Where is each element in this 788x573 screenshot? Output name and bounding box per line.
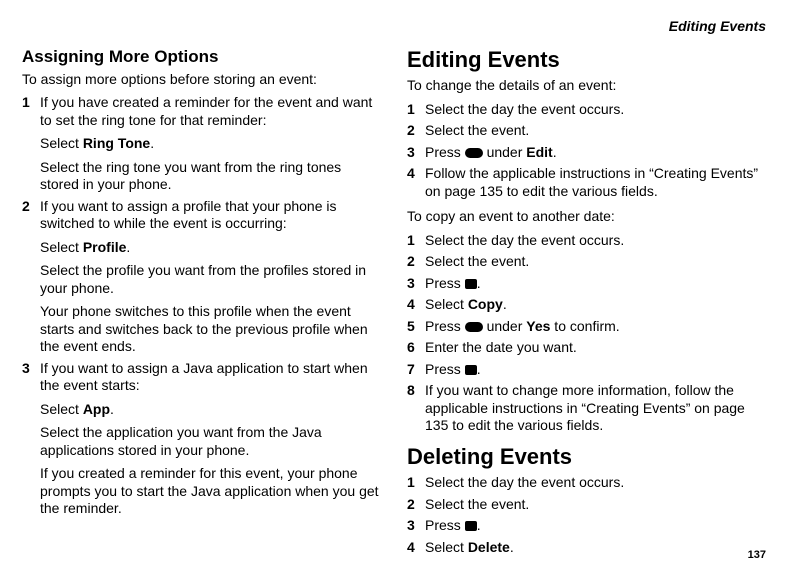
editing-intro-1: To change the details of an event: [407,77,766,95]
deleting-events-heading: Deleting Events [407,443,766,471]
step-number: 3 [407,144,425,162]
list-item: 3If you want to assign a Java applicatio… [22,360,381,518]
assigning-intro: To assign more options before storing an… [22,71,381,89]
step-body: Select the event. [425,496,766,514]
step-number: 5 [407,318,425,336]
step-number: 1 [407,101,425,119]
step-number: 3 [407,517,425,535]
rounded-key-icon [465,322,483,332]
step-body: Select the day the event occurs. [425,474,766,492]
step-body: Select Copy. [425,296,766,314]
right-column: Editing Events To change the details of … [407,46,766,565]
step-number: 2 [407,496,425,514]
step-body: Select the day the event occurs. [425,101,766,119]
square-key-icon [465,521,477,531]
step-number: 8 [407,382,425,435]
list-item: 2Select the event. [407,122,766,140]
step-body: Select the day the event occurs. [425,232,766,250]
step-body: Enter the date you want. [425,339,766,357]
editing-events-heading: Editing Events [407,46,766,74]
list-item: 4Select Copy. [407,296,766,314]
content-columns: Assigning More Options To assign more op… [22,46,766,565]
list-item: 1Select the day the event occurs. [407,474,766,492]
step-number: 1 [22,94,40,194]
page: Editing Events Assigning More Options To… [0,0,788,573]
step-number: 3 [22,360,40,518]
editing-intro-2: To copy an event to another date: [407,208,766,226]
list-item: 1Select the day the event occurs. [407,232,766,250]
step-paragraph: If you created a reminder for this event… [40,465,381,518]
step-number: 2 [407,253,425,271]
square-key-icon [465,279,477,289]
list-item: 2If you want to assign a profile that yo… [22,198,381,356]
step-number: 1 [407,474,425,492]
list-item: 3Press . [407,517,766,535]
list-item: 1Select the day the event occurs. [407,101,766,119]
step-paragraph: If you want to assign a profile that you… [40,198,381,233]
step-body: Follow the applicable instructions in “C… [425,165,766,200]
step-body: Press under Yes to confirm. [425,318,766,336]
step-number: 6 [407,339,425,357]
list-item: 3Press . [407,275,766,293]
step-paragraph: If you have created a reminder for the e… [40,94,381,129]
step-body: Select the event. [425,253,766,271]
step-body: Press . [425,275,766,293]
step-paragraph: If you want to assign a Java application… [40,360,381,395]
step-number: 4 [407,539,425,557]
rounded-key-icon [465,148,483,158]
list-item: 4Select Delete. [407,539,766,557]
list-item: 3Press under Edit. [407,144,766,162]
step-body: Press . [425,361,766,379]
assigning-steps-list: 1If you have created a reminder for the … [22,94,381,518]
list-item: 5Press under Yes to confirm. [407,318,766,336]
step-paragraph: Your phone switches to this profile when… [40,303,381,356]
step-body: Select the event. [425,122,766,140]
step-number: 7 [407,361,425,379]
step-number: 4 [407,296,425,314]
step-body: Press under Edit. [425,144,766,162]
step-body: If you want to assign a profile that you… [40,198,381,356]
list-item: 2Select the event. [407,496,766,514]
assigning-more-options-heading: Assigning More Options [22,46,381,67]
step-number: 4 [407,165,425,200]
step-paragraph: Select App. [40,401,381,419]
list-item: 7Press . [407,361,766,379]
left-column: Assigning More Options To assign more op… [22,46,381,565]
running-head: Editing Events [22,18,766,36]
step-body: If you want to change more information, … [425,382,766,435]
list-item: 4Follow the applicable instructions in “… [407,165,766,200]
step-number: 3 [407,275,425,293]
list-item: 8If you want to change more information,… [407,382,766,435]
step-body: If you have created a reminder for the e… [40,94,381,194]
step-paragraph: Select Profile. [40,239,381,257]
step-paragraph: Select the application you want from the… [40,424,381,459]
editing-steps-list-2: 1Select the day the event occurs.2Select… [407,232,766,435]
deleting-steps-list: 1Select the day the event occurs.2Select… [407,474,766,556]
step-number: 1 [407,232,425,250]
step-paragraph: Select the profile you want from the pro… [40,262,381,297]
step-paragraph: Select the ring tone you want from the r… [40,159,381,194]
list-item: 2Select the event. [407,253,766,271]
list-item: 6Enter the date you want. [407,339,766,357]
square-key-icon [465,365,477,375]
step-body: If you want to assign a Java application… [40,360,381,518]
step-body: Select Delete. [425,539,766,557]
step-body: Press . [425,517,766,535]
page-number: 137 [748,549,766,563]
step-number: 2 [22,198,40,356]
editing-steps-list-1: 1Select the day the event occurs.2Select… [407,101,766,201]
step-paragraph: Select Ring Tone. [40,135,381,153]
step-number: 2 [407,122,425,140]
list-item: 1If you have created a reminder for the … [22,94,381,194]
